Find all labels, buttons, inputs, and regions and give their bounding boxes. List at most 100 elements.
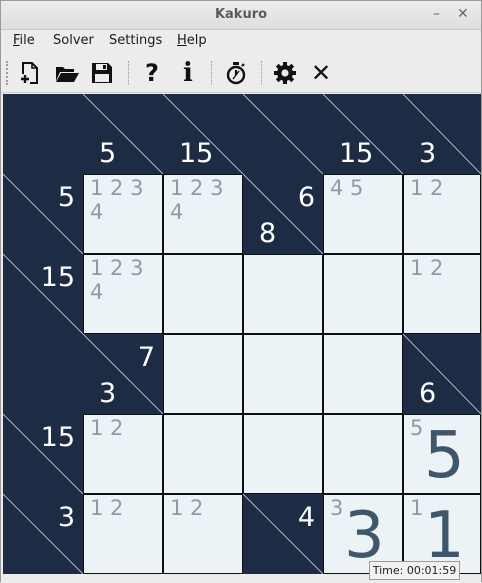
settings-button[interactable] [271,59,299,87]
menu-settings[interactable]: Settings [109,33,162,48]
cell-value: 3 [344,499,385,573]
entry-cell[interactable] [243,254,323,334]
down-clue: 15 [179,138,214,169]
menu-file-label: ile [19,33,35,48]
down-clue: 5 [99,138,117,169]
app-window: Kakuro – ✕ File Solver Settings Help ? i… [0,0,482,583]
entry-cell[interactable]: 4 5 [323,174,403,254]
candidate-notes: 1 2 [410,176,444,200]
entry-cell[interactable]: 1 2 [403,174,481,254]
help-icon: ? [145,59,159,87]
close-puzzle-button[interactable]: ✕ [307,59,335,87]
across-clue: 5 [57,182,75,213]
clue-cell: 15 [163,94,243,174]
open-icon [56,67,79,82]
close-window-button[interactable]: ✕ [457,6,469,22]
entry-cell[interactable] [323,254,403,334]
entry-cell[interactable]: 1 2 [83,414,163,494]
entry-cell[interactable]: 1 2 34 [83,254,163,334]
candidate-notes: 4 [90,200,104,224]
clue-cell: 6 [403,334,481,414]
candidate-notes: 1 2 3 [170,176,224,200]
entry-cell[interactable] [243,414,323,494]
new-icon [20,62,38,84]
clue-cell: 3 [3,494,83,574]
menu-help[interactable]: Help [177,33,207,48]
clue-cell: 5 [83,94,163,174]
entry-cell[interactable] [323,414,403,494]
clue-cell [3,334,83,414]
clue-diagonal [403,94,481,174]
clue-cell: 15 [3,254,83,334]
open-button[interactable] [53,59,81,87]
window-title: Kakuro [214,7,268,22]
clue-cell: 15 [323,94,403,174]
clue-diagonal-line [83,94,163,174]
entry-cell[interactable]: 1 2 [83,494,163,574]
entry-cell[interactable] [163,334,243,414]
down-clue: 3 [99,378,117,409]
candidate-notes: 1 2 [170,496,204,520]
entry-cell[interactable]: 1 2 34 [83,174,163,254]
entry-cell[interactable]: 1 2 [163,494,243,574]
candidate-notes: 4 [170,200,184,224]
candidate-notes: 1 2 [410,256,444,280]
candidate-notes: 1 2 [90,416,124,440]
solver-timer-icon [226,62,246,85]
toolbar: ? i ✕ [1,55,481,93]
solver-timer-button[interactable] [222,59,250,87]
entry-cell[interactable]: 1 2 [403,254,481,334]
down-clue: 15 [339,138,374,169]
clue-cell: 68 [243,174,323,254]
help-button[interactable]: ? [138,59,166,87]
settings-icon [274,62,296,84]
toolbar-grip[interactable] [6,61,10,85]
down-clue: 6 [419,378,437,409]
clue-cell: 4 [243,494,323,574]
clue-cell: 15 [3,414,83,494]
save-icon [92,63,112,83]
candidate-notes: 1 2 [90,496,124,520]
entry-cell[interactable] [163,254,243,334]
entry-cell[interactable] [163,414,243,494]
clue-diagonal-line [243,94,323,174]
menu-file[interactable]: File [13,33,35,48]
title-bar[interactable]: Kakuro – ✕ [1,1,481,30]
across-clue: 3 [57,502,75,533]
entry-cell[interactable]: 55 [403,414,481,494]
clue-cell: 3 [403,94,481,174]
across-clue: 4 [297,502,315,533]
across-clue: 6 [297,182,315,213]
candidate-notes: 1 2 3 [90,176,144,200]
toolbar-separator [128,61,131,85]
toolbar-separator [261,61,264,85]
minimize-button[interactable]: – [433,6,440,22]
menu-solver-label: Solver [53,33,94,48]
clue-diagonal-line [403,334,481,414]
across-clue: 7 [137,342,155,373]
kakuro-board[interactable]: 5 15 15 3 5 1 2 341 2 34684 51 2 15 1 2 341 273… [3,94,481,574]
entry-cell[interactable]: 1 2 34 [163,174,243,254]
candidate-notes: 4 5 [330,176,364,200]
entry-cell[interactable] [243,334,323,414]
toolbar-separator [211,61,214,85]
new-button[interactable] [16,59,44,87]
clue-diagonal [83,94,163,174]
cell-value: 5 [424,419,465,493]
clue-diagonal [403,334,481,414]
down-clue: 8 [259,218,277,249]
menu-solver[interactable]: Solver [53,33,94,48]
cell-value: 1 [424,499,465,573]
across-clue: 15 [40,422,75,453]
down-clue: 3 [419,138,437,169]
entry-cell[interactable] [323,334,403,414]
candidate-notes: 4 [90,280,104,304]
clue-diagonal-line [403,94,481,174]
info-button[interactable]: i [174,58,202,88]
save-button[interactable] [88,59,116,87]
close-icon: ✕ [310,59,332,87]
timer-display: Time: 00:01:59 [369,561,460,580]
menu-help-label: elp [186,33,207,48]
clue-cell: 73 [83,334,163,414]
across-clue: 15 [40,262,75,293]
